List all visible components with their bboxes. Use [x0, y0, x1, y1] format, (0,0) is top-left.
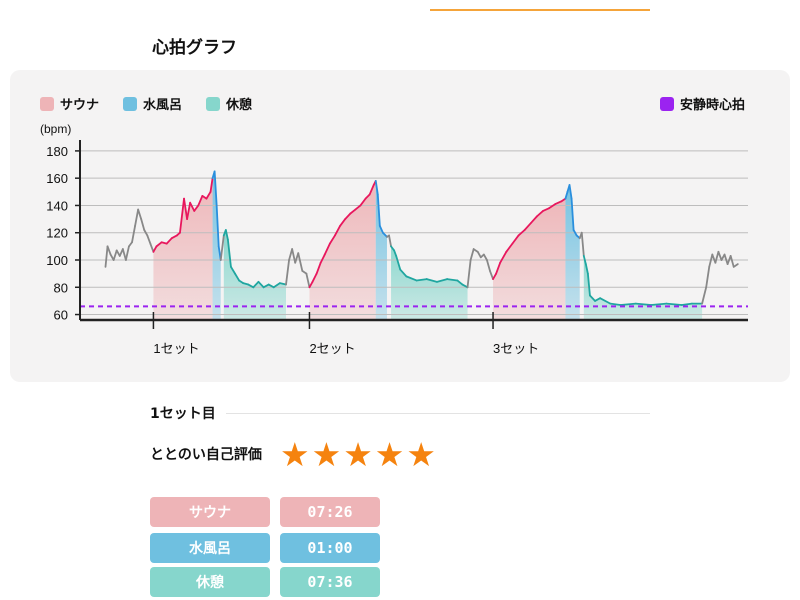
- heart-rate-segment: [112, 249, 118, 261]
- star-icon: ★: [406, 435, 436, 474]
- sauna-time-pill: 07:26: [280, 497, 380, 527]
- set-label: 2セット: [309, 341, 355, 356]
- phase-band-sauna: [493, 198, 566, 320]
- phase-band-rest: [391, 246, 468, 320]
- star-icon: ★: [343, 435, 373, 474]
- heart-rate-segment: [705, 265, 711, 289]
- heart-rate-segment: [297, 252, 304, 272]
- y-tick-label: 80: [54, 280, 68, 295]
- set-1-divider: [225, 412, 650, 414]
- rest-time-pill: 07:36: [280, 567, 380, 597]
- heart-rate-segment: [134, 208, 140, 227]
- sauna-label-pill: サウナ: [150, 497, 270, 527]
- heart-rate-segment: [729, 255, 735, 268]
- heart-rate-segment: [469, 248, 475, 261]
- y-axis-label: (bpm): [40, 122, 71, 136]
- phase-band-sauna: [309, 180, 376, 320]
- heart-rate-segment: [137, 208, 143, 220]
- heart-rate-segment: [140, 218, 146, 231]
- heart-rate-segment: [714, 250, 720, 264]
- heart-rate-segment: [466, 259, 472, 289]
- water-label-pill: 水風呂: [150, 533, 270, 563]
- rest-label-pill: 休憩: [150, 567, 270, 597]
- set-label: 1セット: [153, 341, 199, 356]
- set-label: 3セット: [493, 341, 539, 356]
- heart-rate-chart: 60 80 100 120 140 160 180 1セット 2セット 3セット (bpm): [40, 122, 748, 356]
- heart-rate-segment: [708, 253, 714, 268]
- heart-rate-segment: [219, 234, 225, 261]
- heart-rate-segment: [305, 272, 311, 289]
- heart-rate-segment: [476, 250, 482, 259]
- y-tick-label: 160: [46, 171, 68, 186]
- y-tick-label: 100: [46, 253, 68, 268]
- heart-rate-segment: [104, 245, 109, 268]
- heart-rate-segment: [486, 259, 491, 272]
- y-tick-label: 140: [46, 198, 68, 213]
- phase-band-sauna: [153, 178, 213, 320]
- heart-rate-segment: [580, 231, 585, 257]
- heart-rate-segment: [291, 248, 297, 264]
- y-tick-label: 120: [46, 226, 68, 241]
- phase-band-rest: [583, 255, 703, 320]
- set-1-title: 1セット目: [150, 406, 216, 422]
- heart-rate-segment: [149, 242, 155, 253]
- water-time-pill: 01:00: [280, 533, 380, 563]
- heart-rate-segment: [131, 225, 136, 244]
- rating-label: ととのい自己評価: [150, 447, 262, 463]
- set-1-header: 1セット目: [150, 403, 650, 423]
- heart-rate-segment: [701, 286, 708, 305]
- phase-bands: [153, 171, 703, 320]
- heart-rate-segment: [489, 270, 494, 280]
- heart-rate-segment: [146, 234, 152, 245]
- star-icon: ★: [374, 435, 405, 474]
- star-icon: ★: [280, 435, 310, 474]
- heart-rate-segment: [723, 253, 729, 265]
- rating-stars: ★ ★ ★ ★ ★: [280, 438, 438, 471]
- heart-rate-segment: [124, 245, 130, 261]
- star-icon: ★: [311, 435, 342, 474]
- heart-rate-segment: [482, 253, 488, 261]
- y-tick-label: 60: [54, 308, 68, 323]
- y-tick-label: 180: [46, 144, 68, 159]
- heart-rate-segment: [732, 263, 739, 268]
- heart-rate-segment: [717, 250, 723, 261]
- heart-rate-segment: [388, 234, 392, 248]
- heart-rate-segment: [285, 259, 290, 286]
